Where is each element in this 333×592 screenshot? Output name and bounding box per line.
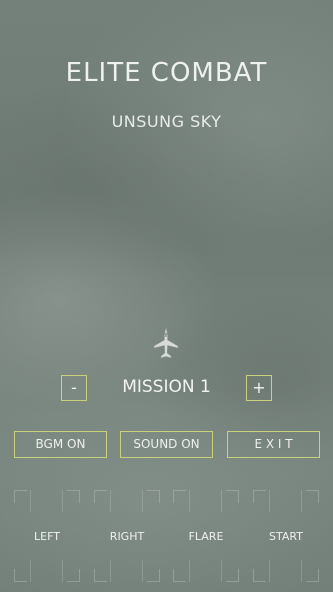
frame-line: [62, 490, 63, 512]
mission-decrement-button[interactable]: -: [61, 375, 87, 401]
frame-line: [62, 560, 63, 582]
fighter-jet-icon: [153, 326, 179, 359]
frame-line: [301, 490, 302, 512]
flare-control-label: FLARE: [188, 530, 224, 543]
left-control[interactable]: LEFT: [14, 490, 80, 582]
frame-line: [142, 490, 143, 512]
frame-corner: [306, 490, 319, 503]
frame-corner: [14, 490, 27, 503]
frame-corner: [14, 569, 27, 582]
start-control-label: START: [269, 530, 303, 543]
frame-corner: [94, 569, 107, 582]
frame-line: [301, 560, 302, 582]
frame-line: [189, 490, 190, 512]
frame-corner: [226, 490, 239, 503]
frame-line: [269, 490, 270, 512]
right-control[interactable]: RIGHT: [94, 490, 160, 582]
frame-line: [110, 490, 111, 512]
mission-label: MISSION 1: [122, 377, 211, 397]
frame-line: [142, 560, 143, 582]
left-control-label: LEFT: [34, 530, 60, 543]
frame-corner: [147, 569, 160, 582]
game-subtitle: UNSUNG SKY: [111, 112, 222, 131]
mission-increment-button[interactable]: +: [246, 375, 272, 401]
start-control[interactable]: START: [253, 490, 319, 582]
frame-corner: [173, 569, 186, 582]
frame-corner: [306, 569, 319, 582]
bgm-toggle-button[interactable]: BGM ON: [14, 431, 107, 458]
frame-line: [269, 560, 270, 582]
game-screen: ELITE COMBAT UNSUNG SKY - MISSION 1 + BG…: [0, 0, 333, 592]
frame-line: [30, 560, 31, 582]
frame-corner: [94, 490, 107, 503]
frame-corner: [253, 490, 266, 503]
flare-control[interactable]: FLARE: [173, 490, 239, 582]
frame-corner: [226, 569, 239, 582]
frame-corner: [173, 490, 186, 503]
frame-line: [221, 490, 222, 512]
exit-button[interactable]: E X I T: [227, 431, 320, 458]
frame-corner: [147, 490, 160, 503]
frame-line: [189, 560, 190, 582]
sound-toggle-button[interactable]: SOUND ON: [120, 431, 213, 458]
frame-corner: [67, 490, 80, 503]
frame-line: [221, 560, 222, 582]
frame-corner: [67, 569, 80, 582]
game-title: ELITE COMBAT: [65, 58, 268, 88]
frame-line: [30, 490, 31, 512]
frame-line: [110, 560, 111, 582]
right-control-label: RIGHT: [109, 530, 145, 543]
frame-corner: [253, 569, 266, 582]
